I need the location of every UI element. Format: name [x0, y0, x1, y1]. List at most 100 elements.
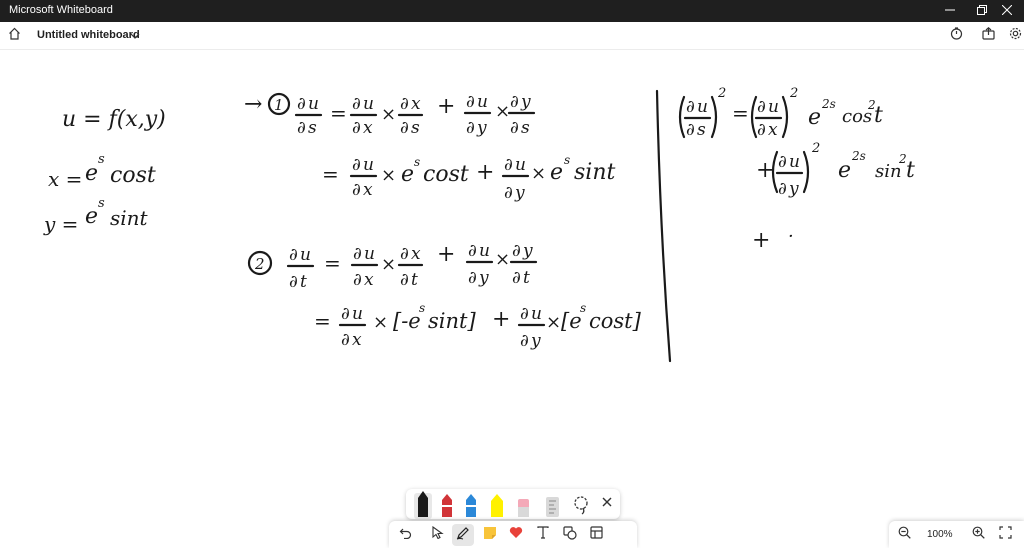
svg-text:=: = — [330, 101, 347, 125]
svg-text:∂: ∂ — [297, 94, 306, 114]
svg-text:∂: ∂ — [353, 244, 362, 264]
home-icon — [8, 27, 21, 45]
step1-row1: ∂ u ∂ s = ∂ u ∂ x × ∂ x ∂ s + ∂ u ∂ y × … — [294, 92, 536, 138]
svg-text:u: u — [364, 244, 375, 264]
svg-text:y: y — [520, 92, 531, 112]
close-button[interactable] — [990, 0, 1024, 22]
svg-text:u: u — [308, 94, 319, 114]
step2-row2: = ∂ u ∂ x × [-e s sint] + ∂ u ∂ y × [e s… — [314, 301, 642, 351]
svg-text:+: + — [476, 160, 494, 185]
svg-text:sint]: sint] — [428, 309, 476, 333]
eq-x-e: e — [85, 161, 98, 186]
eq-y-exp: s — [98, 196, 105, 211]
fit-screen-button[interactable] — [994, 524, 1016, 546]
sticky-note-button[interactable] — [479, 524, 501, 546]
svg-text:t: t — [906, 158, 915, 183]
svg-text:u: u — [531, 304, 542, 324]
board-menu-button[interactable] — [123, 24, 147, 48]
eq-x-exp: s — [98, 152, 105, 167]
text-button[interactable] — [532, 524, 554, 546]
svg-text:x: x — [411, 244, 421, 264]
ruler-icon[interactable] — [546, 497, 559, 517]
svg-text:∂: ∂ — [757, 97, 766, 117]
divider-line — [655, 89, 672, 363]
whiteboard-canvas[interactable]: u = f(x,y) x = e s cost y = e s sint → 1… — [0, 49, 1024, 548]
svg-text:∂: ∂ — [778, 179, 787, 199]
select-button[interactable] — [426, 524, 448, 546]
svg-text:u: u — [479, 241, 490, 261]
svg-text:×: × — [373, 312, 388, 333]
timer-button[interactable] — [944, 24, 968, 48]
svg-text:s: s — [521, 118, 530, 138]
svg-text:s: s — [419, 301, 425, 315]
shapes-icon — [563, 525, 577, 545]
svg-text:×: × — [381, 104, 396, 125]
lasso-icon[interactable] — [574, 496, 588, 515]
svg-text:∂: ∂ — [352, 155, 361, 175]
svg-text:y: y — [478, 268, 489, 288]
svg-text:t: t — [523, 268, 530, 288]
shapes-button[interactable] — [559, 524, 581, 546]
sticky-note-icon — [483, 526, 497, 545]
svg-text:+: + — [437, 242, 455, 267]
svg-text:u: u — [300, 245, 311, 265]
svg-text:×: × — [381, 165, 396, 186]
close-icon[interactable] — [602, 497, 612, 507]
svg-text:×: × — [531, 163, 546, 184]
minimize-icon — [945, 2, 955, 20]
svg-text:∂: ∂ — [504, 155, 513, 175]
svg-text:cost]: cost] — [589, 309, 642, 333]
svg-text:∂: ∂ — [466, 118, 475, 138]
svg-text:∂: ∂ — [400, 270, 409, 290]
step1-number: 1 — [274, 96, 284, 114]
share-icon — [981, 27, 995, 45]
svg-text:2: 2 — [789, 86, 798, 101]
zoom-out-button[interactable] — [893, 524, 915, 546]
zoom-level[interactable]: 100% — [927, 529, 953, 540]
svg-text:×: × — [381, 254, 396, 275]
reactions-button[interactable] — [505, 524, 527, 546]
pen-blue[interactable] — [466, 494, 476, 517]
eq-y-e: e — [85, 204, 98, 229]
eq-u-function: u = f(x,y) — [62, 107, 166, 132]
svg-text:∂: ∂ — [400, 94, 409, 114]
svg-text:u: u — [697, 97, 708, 117]
undo-button[interactable] — [394, 524, 416, 546]
pen-red[interactable] — [442, 494, 452, 517]
zoom-out-icon — [898, 526, 911, 544]
svg-text:∂: ∂ — [289, 245, 298, 265]
svg-text:x: x — [363, 180, 373, 200]
timer-icon — [950, 27, 963, 45]
arrow-mark: → — [244, 92, 262, 117]
restore-icon — [977, 2, 987, 20]
templates-button[interactable] — [585, 524, 607, 546]
svg-text:+: + — [492, 307, 510, 332]
svg-text:∂: ∂ — [352, 180, 361, 200]
app-title: Microsoft Whiteboard — [9, 4, 113, 16]
right-row1: ∂ u ∂ s 2 = ∂ u ∂ x 2 e 2s cos 2 t — [678, 86, 883, 140]
svg-text:s: s — [697, 120, 706, 140]
share-button[interactable] — [976, 24, 1000, 48]
eraser[interactable] — [518, 499, 529, 517]
template-icon — [589, 526, 603, 544]
close-icon — [1001, 2, 1013, 20]
svg-text:∂: ∂ — [353, 270, 362, 290]
svg-text:∂: ∂ — [512, 241, 521, 261]
svg-text:e: e — [808, 105, 821, 130]
pen-button[interactable] — [452, 524, 474, 546]
right-row3: + · — [752, 226, 794, 253]
svg-text:2s: 2s — [851, 149, 866, 163]
title-bar: Microsoft Whiteboard — [0, 0, 1024, 22]
svg-text:=: = — [322, 162, 339, 186]
svg-text:e: e — [550, 160, 563, 185]
svg-text:x: x — [411, 94, 421, 114]
zoom-in-button[interactable] — [967, 524, 989, 546]
home-button[interactable] — [2, 24, 26, 48]
svg-text:u: u — [363, 94, 374, 114]
svg-text:×: × — [495, 249, 510, 270]
minimize-button[interactable] — [933, 0, 967, 22]
pen-black[interactable] — [414, 491, 432, 519]
settings-button[interactable] — [1003, 24, 1024, 48]
highlighter-yellow[interactable] — [491, 494, 503, 517]
gear-icon — [1009, 27, 1022, 45]
